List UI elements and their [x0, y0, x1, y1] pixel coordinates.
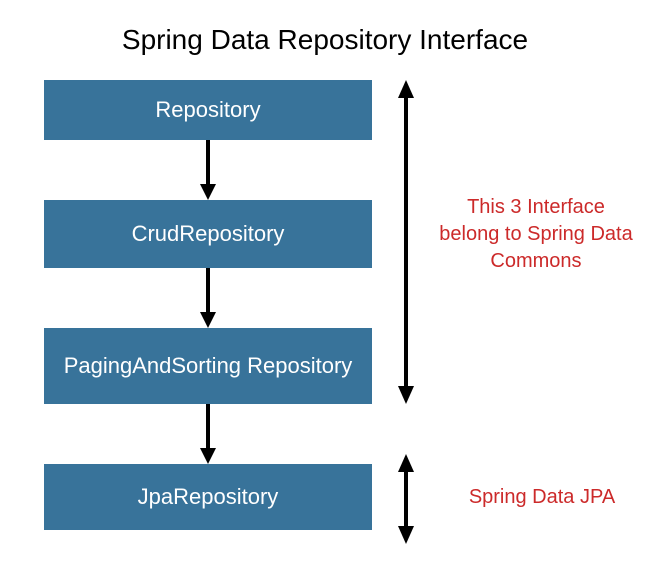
jpa-repository-box: JpaRepository [44, 464, 372, 530]
box-label: JpaRepository [138, 484, 279, 510]
crud-repository-box: CrudRepository [44, 200, 372, 268]
annotation-jpa: Spring Data JPA [452, 484, 632, 511]
annotation-commons: This 3 Interface belong to Spring Data C… [436, 194, 636, 275]
repository-box: Repository [44, 80, 372, 140]
diagram-title: Spring Data Repository Interface [0, 0, 650, 74]
down-arrow-icon [200, 268, 216, 328]
diagram-canvas: Repository CrudRepository PagingAndSorti… [0, 74, 650, 564]
bracket-arrow-icon [396, 80, 416, 409]
down-arrow-icon [200, 140, 216, 200]
box-label: PagingAndSorting Repository [64, 353, 353, 379]
paging-sorting-repository-box: PagingAndSorting Repository [44, 328, 372, 404]
bracket-arrow-icon [396, 454, 416, 549]
down-arrow-icon [200, 404, 216, 464]
box-label: CrudRepository [132, 221, 285, 247]
box-label: Repository [155, 97, 260, 123]
